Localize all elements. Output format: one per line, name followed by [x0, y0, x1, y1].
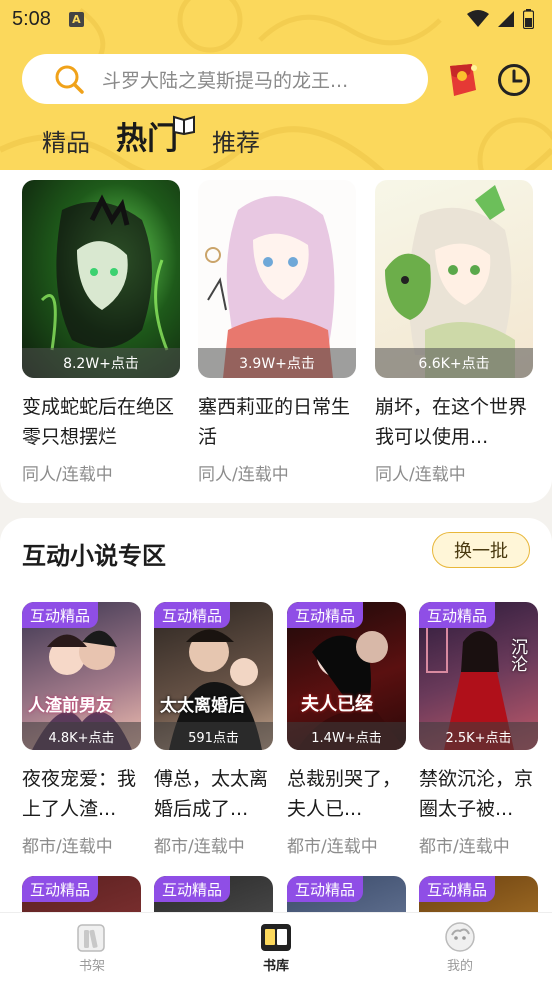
interactive-tag: 互动精品	[154, 876, 231, 902]
cover-title-text: 太太离婚后	[160, 696, 245, 716]
click-count-badge: 4.8K+点击	[22, 722, 141, 750]
nav-bookshelf[interactable]: 书架	[0, 913, 184, 983]
novel-cover: 互动精品 太太离婚后 591点击	[154, 602, 273, 750]
search-placeholder: 斗罗大陆之莫斯提马的龙王...	[102, 69, 349, 92]
click-count-badge: 1.4W+点击	[287, 722, 406, 750]
tab-hot-label: 热门	[116, 121, 178, 157]
swap-batch-button[interactable]: 换一批	[432, 532, 530, 568]
interactive-tag: 互动精品	[419, 876, 496, 902]
novel-meta: 都市/连载中	[22, 837, 113, 857]
interactive-tag: 互动精品	[287, 876, 364, 902]
novel-cover: 互动精品 人渣前男友 4.8K+点击	[22, 602, 141, 750]
novel-meta: 都市/连载中	[287, 837, 378, 857]
bottom-nav: 书架 书库 我的	[0, 912, 552, 983]
interactive-tag: 互动精品	[287, 602, 364, 628]
click-count-badge: 6.6K+点击	[375, 348, 533, 378]
novel-title: 傅总，太太离婚后成了...	[154, 768, 269, 820]
profile-icon	[445, 922, 475, 952]
novel-title: 禁欲沉沦，京圈太子被...	[419, 768, 534, 820]
novel-cover: 互动精品 夫人已经 1.4W+点击	[287, 602, 406, 750]
sim-indicator-icon: A	[68, 11, 84, 27]
status-time: 5:08	[12, 7, 51, 30]
click-count-badge: 8.2W+点击	[22, 348, 180, 378]
nav-bookshelf-label: 书架	[78, 959, 105, 974]
click-count-badge: 591点击	[154, 722, 273, 750]
interactive-tag: 互动精品	[22, 876, 99, 902]
nav-library-label: 书库	[262, 959, 289, 974]
book-card[interactable]: 6.6K+点击 崩坏，在这个世界我可以使用... 同人/连载中	[375, 180, 533, 485]
click-count-badge: 3.9W+点击	[198, 348, 356, 378]
history-clock-icon[interactable]	[496, 62, 532, 98]
tab-recommend[interactable]: 推荐	[212, 123, 260, 158]
book-title: 塞西莉亚的日常生活	[198, 396, 351, 448]
search-icon	[55, 65, 84, 94]
book-card[interactable]: 3.9W+点击 塞西莉亚的日常生活 同人/连载中	[198, 180, 356, 485]
interactive-tag: 互动精品	[419, 602, 496, 628]
section-title: 互动小说专区	[22, 542, 166, 570]
novel-meta: 都市/连载中	[419, 837, 510, 857]
novel-card[interactable]: 互动精品 沉沦 2.5K+点击 禁欲沉沦，京圈太子被... 都市/连载中	[419, 602, 538, 857]
click-count-badge: 2.5K+点击	[419, 722, 538, 750]
tab-hot[interactable]: 热门	[116, 113, 195, 158]
book-cover: 8.2W+点击	[22, 180, 180, 378]
book-meta: 同人/连载中	[375, 465, 466, 485]
book-cover: 3.9W+点击	[198, 180, 356, 378]
red-packet-icon[interactable]	[440, 60, 480, 100]
status-bar: 5:08 A	[0, 0, 552, 38]
book-meta: 同人/连载中	[198, 465, 289, 485]
nav-profile-label: 我的	[446, 959, 473, 974]
book-card[interactable]: 8.2W+点击 变成蛇蛇后在绝区零只想摆烂 同人/连载中	[22, 180, 180, 485]
novel-card[interactable]: 互动精品 人渣前男友 4.8K+点击 夜夜宠爱：我上了人渣... 都市/连载中	[22, 602, 141, 857]
book-title: 变成蛇蛇后在绝区零只想摆烂	[22, 396, 175, 448]
novel-title: 夜夜宠爱：我上了人渣...	[22, 768, 137, 820]
novel-cover: 互动精品 沉沦 2.5K+点击	[419, 602, 538, 750]
header: 5:08 A 斗罗大陆之莫斯提马的龙王... 精品 热门 推荐	[0, 0, 552, 195]
book-flag-icon	[173, 115, 195, 135]
novel-card[interactable]: 互动精品 夫人已经 1.4W+点击 总裁别哭了，夫人已... 都市/连载中	[287, 602, 406, 857]
tab-premium[interactable]: 精品	[42, 123, 90, 158]
novel-meta: 都市/连载中	[154, 837, 245, 857]
novel-title: 总裁别哭了，夫人已...	[287, 768, 402, 820]
book-cover: 6.6K+点击	[375, 180, 533, 378]
interactive-tag: 互动精品	[154, 602, 231, 628]
battery-icon	[523, 9, 534, 29]
book-meta: 同人/连载中	[22, 465, 113, 485]
search-bar[interactable]: 斗罗大陆之莫斯提马的龙王...	[22, 54, 428, 104]
library-icon	[261, 924, 291, 951]
nav-library[interactable]: 书库	[184, 913, 368, 983]
nav-profile[interactable]: 我的	[368, 913, 552, 983]
cover-title-text: 沉沦	[507, 638, 527, 672]
wifi-icon	[467, 10, 489, 27]
book-title: 崩坏，在这个世界我可以使用...	[375, 396, 528, 448]
cover-title-text: 人渣前男友	[28, 696, 113, 716]
category-tabs: 精品 热门 推荐	[42, 115, 286, 158]
signal-icon	[498, 11, 514, 27]
interactive-tag: 互动精品	[22, 602, 99, 628]
cover-title-text: 夫人已经	[301, 694, 373, 715]
bookshelf-icon	[77, 924, 105, 952]
hot-books-panel: 8.2W+点击 变成蛇蛇后在绝区零只想摆烂 同人/连载中 3.9W+点击 塞西莉…	[0, 170, 552, 503]
interactive-novel-section: 互动小说专区 换一批 互动精品 人渣前男友 4.8K+点击 夜夜宠爱：我上了人渣…	[0, 518, 552, 983]
novel-card[interactable]: 互动精品 太太离婚后 591点击 傅总，太太离婚后成了... 都市/连载中	[154, 602, 273, 857]
